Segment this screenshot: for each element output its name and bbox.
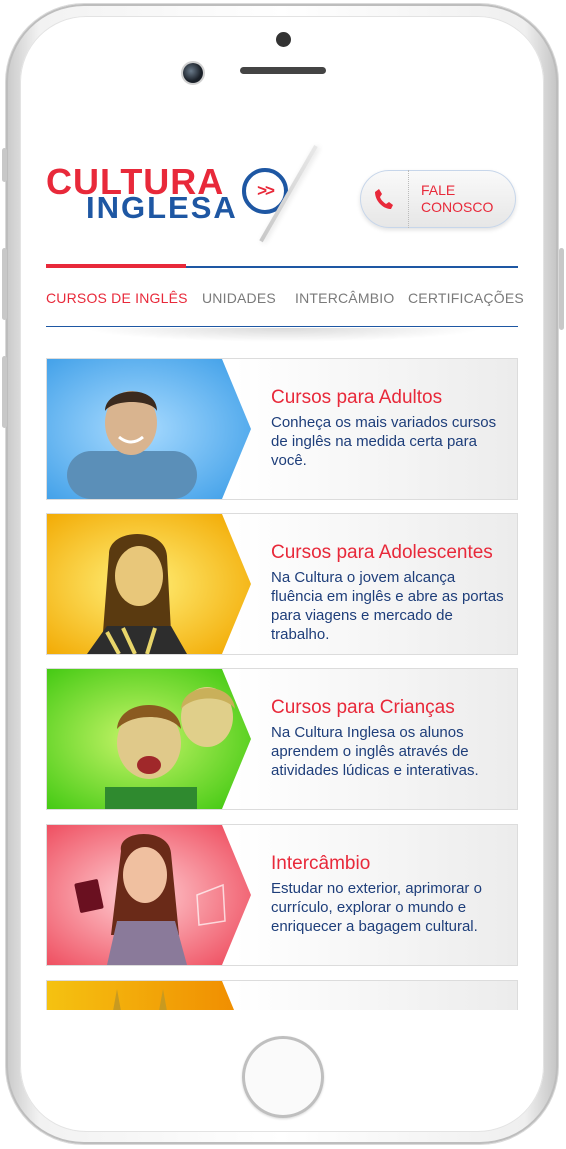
card-photo-kids — [47, 669, 252, 809]
volume-button-left-top — [2, 148, 7, 182]
speaker-grille — [240, 67, 326, 74]
course-card-partial[interactable] — [46, 980, 518, 1010]
nav-item-intercambio[interactable]: INTERCÂMBIO — [295, 290, 394, 306]
card-photo-adults — [47, 359, 252, 499]
contact-button[interactable]: FALE CONOSCO — [360, 170, 516, 228]
nav-shadow — [84, 328, 484, 342]
screen: CULTURA INGLESA >> FALE CONOSCO CURSOS D… — [24, 118, 542, 1010]
card-photo-teens — [47, 514, 252, 654]
volume-button-left-mid — [2, 248, 7, 320]
home-button[interactable] — [242, 1036, 324, 1118]
volume-button-left-low — [2, 356, 7, 428]
nav-item-cursos[interactable]: CURSOS DE INGLÊS — [46, 290, 188, 306]
card-photo-partial — [47, 981, 252, 1010]
main-nav: CURSOS DE INGLÊS UNIDADES INTERCÂMBIO CE… — [46, 290, 526, 310]
card-title: Cursos para Adultos — [271, 387, 443, 408]
card-description: Na Cultura Inglesa os alunos aprendem o … — [271, 724, 479, 779]
sensor-dot — [276, 32, 291, 47]
nav-bottom-line — [46, 326, 518, 327]
card-description: Estudar no exterior, aprimorar o currícu… — [271, 880, 482, 935]
logo-text-line2: INGLESA — [86, 190, 238, 225]
card-title: Intercâmbio — [271, 853, 371, 874]
nav-active-indicator — [46, 264, 186, 268]
contact-label: FALE CONOSCO — [421, 182, 494, 215]
card-photo-exchange — [47, 825, 252, 965]
power-button-right — [559, 248, 564, 330]
course-card-adults[interactable]: Cursos para Adultos Conheça os mais vari… — [46, 358, 518, 500]
front-camera — [183, 63, 203, 83]
course-card-kids[interactable]: Cursos para Crianças Na Cultura Inglesa … — [46, 668, 518, 810]
course-card-teens[interactable]: Cursos para Adolescentes Na Cultura o jo… — [46, 513, 518, 655]
brand-logo[interactable]: CULTURA INGLESA — [46, 164, 238, 225]
card-description: Conheça os mais variados cursos de inglê… — [271, 414, 497, 469]
logo-arrows-glyph: >> — [257, 181, 275, 200]
nav-item-certificacoes[interactable]: CERTIFICAÇÕES — [408, 290, 524, 306]
nav-item-unidades[interactable]: UNIDADES — [202, 290, 276, 306]
card-title: Cursos para Crianças — [271, 697, 455, 718]
card-description: Na Cultura o jovem alcança fluência em i… — [271, 569, 504, 643]
phone-icon — [360, 170, 409, 228]
course-card-exchange[interactable]: Intercâmbio Estudar no exterior, aprimor… — [46, 824, 518, 966]
card-title: Cursos para Adolescentes — [271, 542, 493, 563]
